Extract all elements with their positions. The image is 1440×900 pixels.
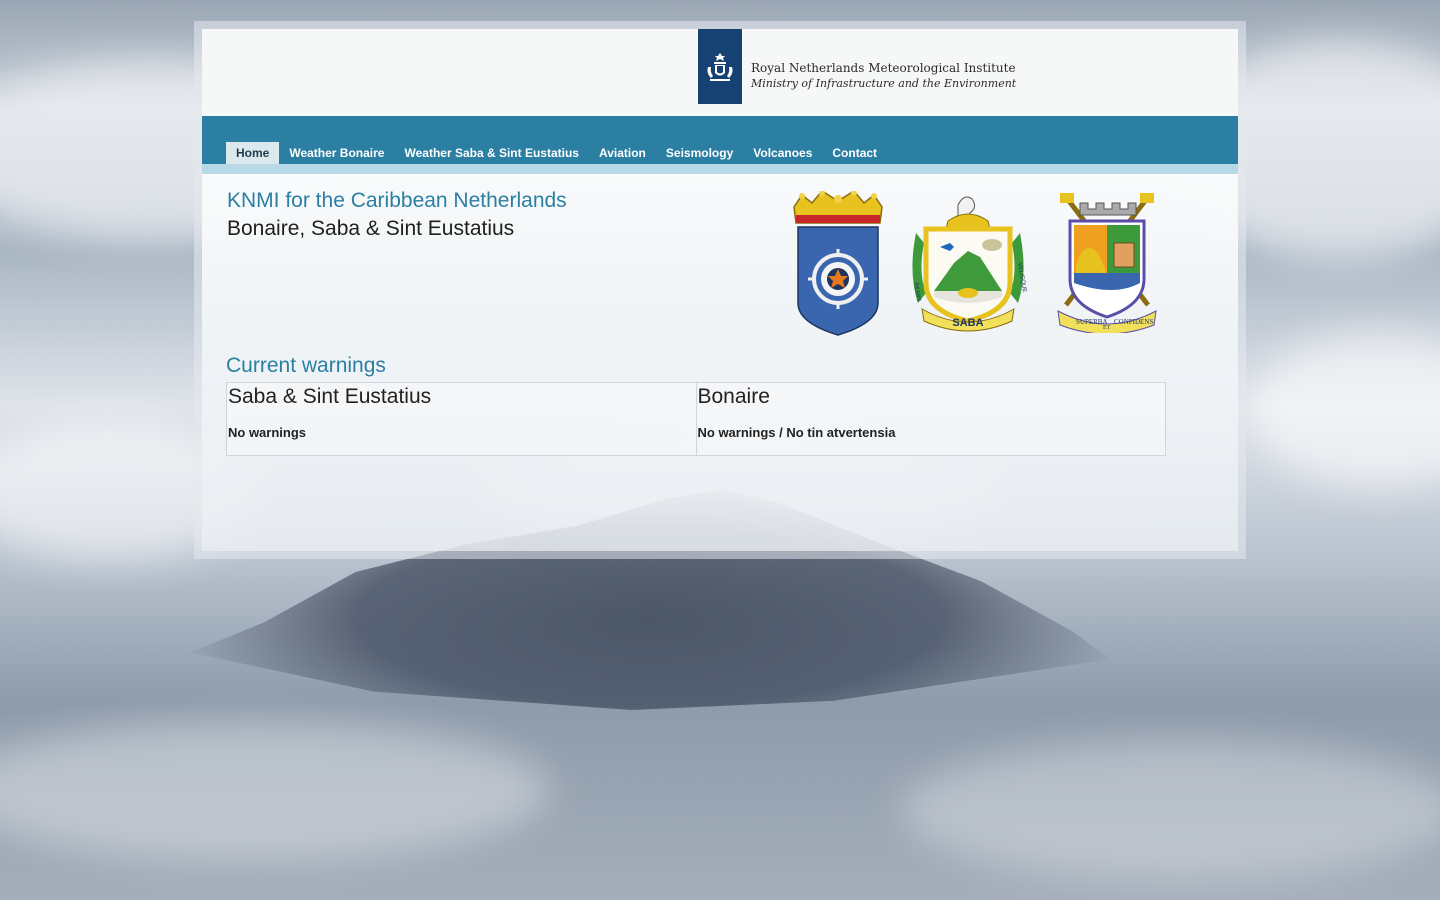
main-nav: Home Weather Bonaire Weather Saba & Sint… xyxy=(226,142,887,164)
warning-region-name: Bonaire xyxy=(697,385,770,408)
current-warnings-heading: Current warnings xyxy=(226,354,386,377)
warning-region-name: Saba & Sint Eustatius xyxy=(228,385,432,408)
nav-weather-saba-sint-eustatius[interactable]: Weather Saba & Sint Eustatius xyxy=(394,142,589,164)
statia-motto-mid: ET xyxy=(1103,325,1111,331)
nav-aviation[interactable]: Aviation xyxy=(589,142,656,164)
nav-contact[interactable]: Contact xyxy=(822,142,887,164)
nav-home[interactable]: Home xyxy=(226,142,280,164)
rijkslogo-icon[interactable] xyxy=(698,29,742,104)
sint-eustatius-coat-of-arms-icon: SUPERBA ET CONFIDENS xyxy=(1054,193,1160,338)
institute-name: Royal Netherlands Meteorological Institu… xyxy=(751,61,1016,75)
warning-status: No warnings xyxy=(228,425,307,440)
site-header: Royal Netherlands Meteorological Institu… xyxy=(202,29,1238,116)
main-page: Royal Netherlands Meteorological Institu… xyxy=(202,29,1238,551)
page-title: KNMI for the Caribbean Netherlands xyxy=(227,189,567,212)
bonaire-coat-of-arms-icon xyxy=(788,190,888,341)
warning-status: No warnings / No tin atvertensia xyxy=(697,425,896,440)
warnings-table: Saba & Sint Eustatius No warnings Bonair… xyxy=(226,382,1166,456)
warning-cell-saba-sint-eustatius: Saba & Sint Eustatius No warnings xyxy=(227,383,696,455)
nav-weather-bonaire[interactable]: Weather Bonaire xyxy=(279,142,394,164)
nav-seismology[interactable]: Seismology xyxy=(656,142,743,164)
ministry-name: Ministry of Infrastructure and the Envir… xyxy=(751,77,1017,90)
nav-volcanoes[interactable]: Volcanoes xyxy=(743,142,822,164)
nav-strip xyxy=(202,164,1238,174)
warning-cell-bonaire: Bonaire No warnings / No tin atvertensia xyxy=(695,383,1166,455)
saba-coat-of-arms-icon: SABA REMIS VELISQUE xyxy=(908,193,1028,338)
saba-label: SABA xyxy=(952,317,983,329)
statia-motto-right: CONFIDENS xyxy=(1114,318,1153,326)
page-subtitle: Bonaire, Saba & Sint Eustatius xyxy=(227,217,515,240)
